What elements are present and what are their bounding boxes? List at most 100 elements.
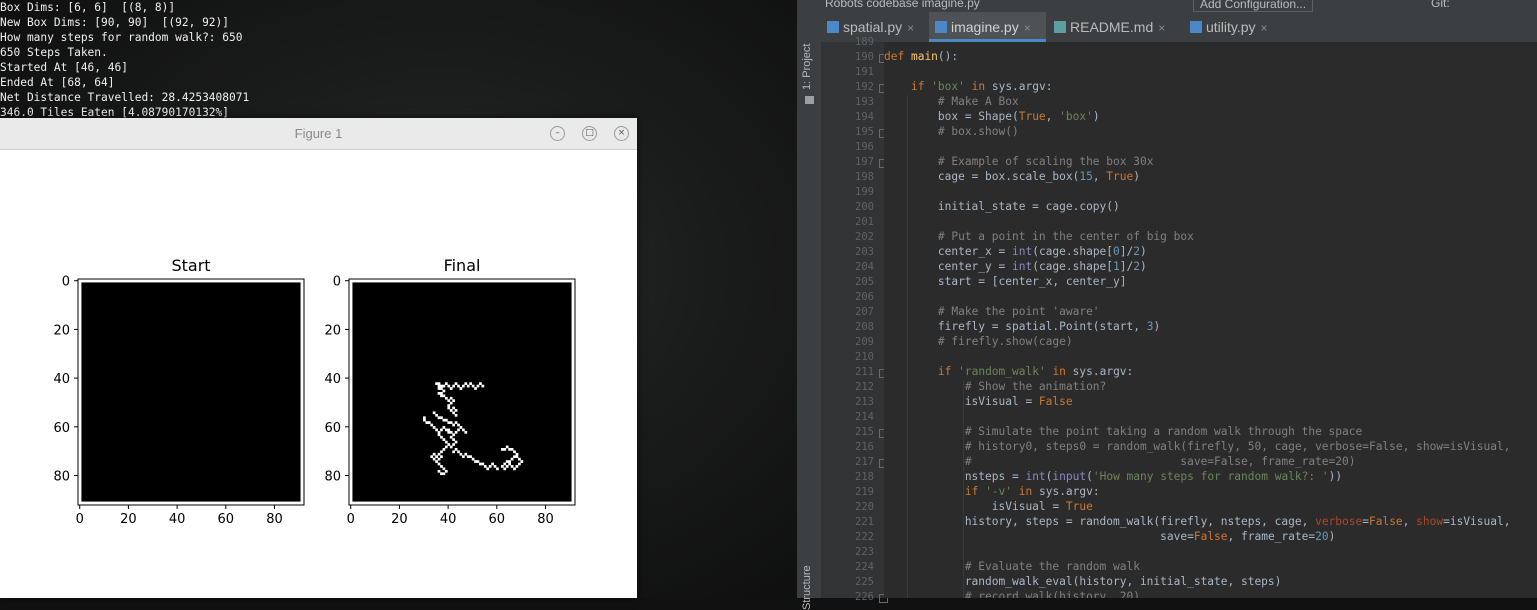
heatmap-cell	[432, 457, 436, 461]
y-tick-label: 40	[324, 372, 341, 387]
code-line[interactable]: isVisual = False	[884, 395, 1073, 408]
heatmap-cell	[510, 465, 514, 468]
x-tick-label: 20	[391, 512, 408, 527]
code-editor[interactable]: def main(): if 'box' in sys.argv: # Make…	[884, 42, 1537, 598]
tab-close-icon[interactable]: ×	[1158, 21, 1165, 35]
code-line[interactable]: if '-v' in sys.argv:	[884, 485, 1100, 498]
heatmap-cell	[515, 452, 519, 456]
code-line[interactable]: # box.show()	[884, 125, 1019, 138]
heatmap-cell	[435, 460, 438, 463]
code-line[interactable]: # Show the animation?	[884, 380, 1106, 393]
code-line[interactable]: # Put a point in the center of big box	[884, 230, 1194, 243]
heatmap-cell	[459, 387, 463, 390]
heatmap-cell	[437, 430, 441, 434]
project-tool-button[interactable]: 1: Project	[801, 44, 813, 90]
maximize-button[interactable]: □	[582, 126, 597, 141]
line-number: 191	[855, 66, 874, 78]
code-line[interactable]: firefly = spatial.Point(start, 3)	[884, 320, 1160, 333]
heatmap-cell	[437, 452, 441, 456]
heatmap-cell	[454, 430, 458, 434]
heatmap-cell	[435, 455, 438, 459]
heatmap-cell	[513, 455, 516, 459]
heatmap-cell	[442, 467, 446, 471]
code-line[interactable]: cage = box.scale_box(15, True)	[884, 170, 1140, 183]
code-line[interactable]: box = Shape(True, 'box')	[884, 110, 1100, 123]
structure-tool-button[interactable]: Structure	[801, 565, 813, 610]
heatmap-cell	[496, 467, 499, 471]
code-line[interactable]: nsteps = int(input('How many steps for r…	[884, 470, 1342, 483]
breadcrumb[interactable]: Robots codebase imagine.py	[825, 0, 980, 10]
heatmap-cell	[510, 457, 514, 461]
code-line[interactable]: history, steps = random_walk(firefly, ns…	[884, 515, 1511, 528]
tab-close-icon[interactable]: ×	[1261, 21, 1268, 35]
code-line[interactable]: if 'box' in sys.argv:	[884, 80, 1053, 93]
ide-window: Robots codebase imagine.py Add Configura…	[797, 0, 1537, 610]
code-line[interactable]: # Simulate the point taking a random wal…	[884, 425, 1362, 438]
line-number: 206	[855, 291, 874, 303]
add-configuration-button[interactable]: Add Configuration...	[1193, 0, 1314, 12]
code-line[interactable]: # firefly.show(cage)	[884, 335, 1073, 348]
heatmap-cell	[452, 406, 455, 410]
tab-imagine-py[interactable]: imagine.py ×	[929, 12, 1046, 42]
code-line[interactable]: # record_walk(history, 20)	[884, 590, 1140, 598]
heatmap-cell	[437, 457, 441, 461]
heatmap-cell	[432, 426, 436, 429]
heatmap-cell	[515, 455, 519, 459]
heatmap-cell	[454, 421, 458, 424]
figure-titlebar[interactable]: Figure 1 – □ ×	[0, 118, 637, 150]
code-line[interactable]: # history0, steps0 = random_walk(firefly…	[884, 440, 1511, 453]
line-number: 200	[855, 201, 874, 213]
figure-window: Figure 1 – □ × Start 0 20 40 60 80 0 20 40 60 80 Fi…	[0, 118, 637, 598]
code-line[interactable]: # Make the point 'aware'	[884, 305, 1100, 318]
code-line[interactable]: center_x = int(cage.shape[0]/2)	[884, 245, 1147, 258]
tab-README-md[interactable]: README.md ×	[1048, 12, 1182, 42]
x-tick-label: 40	[440, 512, 457, 527]
code-line[interactable]: if 'random_walk' in sys.argv:	[884, 365, 1133, 378]
line-number: 225	[855, 576, 874, 588]
heatmap-cell	[437, 469, 441, 473]
code-line[interactable]: start = [center_x, center_y]	[884, 275, 1127, 288]
close-button[interactable]: ×	[614, 126, 629, 141]
heatmap-cell	[444, 469, 448, 473]
heatmap-cell	[432, 411, 436, 415]
code-line[interactable]: # Make A Box	[884, 95, 1019, 108]
heatmap-cell	[449, 396, 453, 400]
tab-close-icon[interactable]: ×	[1024, 21, 1031, 35]
code-line[interactable]: center_y = int(cage.shape[1]/2)	[884, 260, 1147, 273]
heatmap-cell	[457, 450, 460, 454]
heatmap-cell	[454, 448, 458, 451]
code-line[interactable]: isVisual = True	[884, 500, 1093, 513]
y-tick-label: 20	[324, 323, 341, 338]
heatmap-cell	[444, 396, 448, 400]
heatmap-cell	[457, 423, 460, 427]
tab-close-icon[interactable]: ×	[907, 21, 914, 35]
y-tick-label: 0	[333, 275, 341, 290]
heatmap-cell	[469, 382, 473, 385]
heatmap-cell	[464, 452, 468, 456]
heatmap-cell	[474, 460, 477, 463]
minimize-button[interactable]: –	[550, 126, 565, 141]
heatmap-cell	[442, 426, 446, 429]
code-line[interactable]: save=False, frame_rate=20)	[884, 530, 1335, 543]
heatmap-cell	[440, 435, 443, 439]
code-line[interactable]: initial_state = cage.copy()	[884, 200, 1120, 213]
line-number: 196	[855, 141, 874, 153]
y-tick-label: 20	[53, 323, 70, 338]
line-number: 198	[855, 171, 874, 183]
heatmap-cell	[449, 387, 453, 390]
python-file-icon	[827, 21, 839, 33]
heatmap-cell	[520, 460, 524, 463]
tab-utility-py[interactable]: utility.py ×	[1184, 12, 1284, 42]
code-line[interactable]: def main():	[884, 50, 958, 63]
line-number: 217	[855, 456, 874, 468]
code-line[interactable]: # save=False, frame_rate=20)	[884, 455, 1356, 468]
x-tick-label: 80	[537, 512, 554, 527]
code-line[interactable]: random_walk_eval(history, initial_state,…	[884, 575, 1282, 588]
heatmap-cell	[452, 443, 455, 446]
line-number: 211	[855, 366, 874, 378]
code-line[interactable]: # Example of scaling the box 30x	[884, 155, 1154, 168]
heatmap-cell	[444, 440, 448, 444]
heatmap-cell	[447, 421, 451, 424]
code-line[interactable]: # Evaluate the random walk	[884, 560, 1140, 573]
line-number: 209	[855, 336, 874, 348]
